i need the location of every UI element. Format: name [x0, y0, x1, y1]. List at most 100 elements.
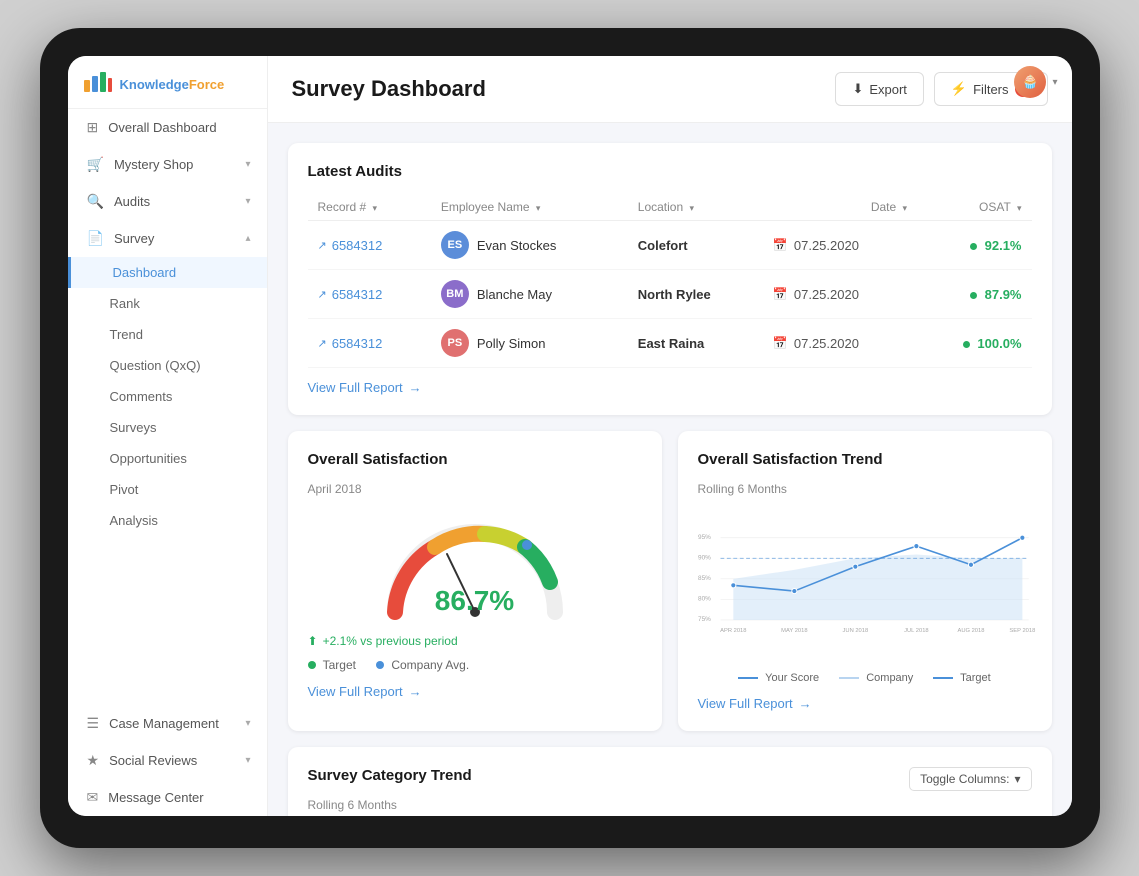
record-link[interactable]: ↗6584312 [318, 287, 421, 302]
audit-table: Record # ▾ Employee Name ▾ Location ▾ [308, 194, 1032, 368]
svg-text:AUG 2018: AUG 2018 [957, 628, 984, 634]
sidebar-item-label: Social Reviews [109, 753, 197, 768]
up-icon: ⬆ [308, 634, 318, 648]
page-title: Survey Dashboard [292, 76, 486, 102]
sidebar-item-comments[interactable]: Comments [68, 381, 267, 412]
grid-icon: ⊞ [87, 119, 99, 136]
sidebar-item-label: Case Management [109, 716, 219, 731]
user-avatar[interactable]: 🧁 ▾ [1014, 66, 1057, 98]
calendar-icon: 📅 [773, 336, 788, 350]
svg-text:90%: 90% [698, 555, 711, 562]
col-osat[interactable]: OSAT ▾ [917, 194, 1031, 221]
latest-audits-card: Latest Audits Record # ▾ Employee Name [288, 143, 1052, 415]
view-full-report-link-trend[interactable]: View Full Report → [698, 696, 1032, 711]
sidebar-item-label: Survey [114, 231, 154, 246]
export-button[interactable]: ⬇ Export [835, 72, 923, 106]
gauge-subtitle: April 2018 [308, 482, 642, 496]
view-full-report-link[interactable]: View Full Report → [308, 380, 1032, 395]
arrow-right-icon: → [799, 696, 812, 711]
svg-text:JUL 2018: JUL 2018 [904, 628, 928, 634]
table-row: ↗6584312 PS Polly Simon East Raina 📅 07.… [308, 319, 1032, 368]
date-value: 07.25.2020 [794, 336, 859, 351]
sidebar: KnowledgeForce ⊞ Overall Dashboard 🛒 Mys… [68, 56, 268, 816]
sort-icon: ▾ [373, 203, 378, 213]
chevron-up-icon: ▴ [245, 233, 250, 244]
your-score-legend: Your Score [738, 672, 819, 684]
employee-name: Evan Stockes [477, 238, 557, 253]
date-cell: 📅 07.25.2020 [763, 319, 917, 368]
logo-text: KnowledgeForce [120, 77, 225, 92]
calendar-icon: 📅 [773, 238, 788, 252]
location-cell: East Raina [628, 319, 763, 368]
toggle-columns-button[interactable]: Toggle Columns: ▾ [909, 767, 1031, 791]
sidebar-item-mystery-shop[interactable]: 🛒 Mystery Shop ▾ [68, 146, 267, 183]
trend-subtitle: Rolling 6 Months [698, 482, 1032, 496]
location-cell: North Rylee [628, 270, 763, 319]
sidebar-item-label: Overall Dashboard [108, 120, 216, 135]
col-date[interactable]: Date ▾ [763, 194, 917, 221]
sidebar-item-social-reviews[interactable]: ★ Social Reviews ▾ [68, 742, 267, 779]
sidebar-item-trend[interactable]: Trend [68, 319, 267, 350]
location-cell: Colefort [628, 221, 763, 270]
svg-text:SEP 2018: SEP 2018 [1009, 628, 1035, 634]
logo-icon [84, 72, 112, 96]
main-content: Survey Dashboard ⬇ Export ⚡ Filters 2 🧁 … [268, 56, 1072, 816]
svg-text:JUN 2018: JUN 2018 [842, 628, 868, 634]
gauge-change: ⬆ +2.1% vs previous period [308, 634, 642, 648]
sort-icon: ▾ [690, 203, 695, 213]
date-cell: 📅 07.25.2020 [763, 270, 917, 319]
chevron-down-icon: ▾ [245, 196, 250, 207]
chevron-down-icon: ▾ [245, 159, 250, 170]
avatar: PS [441, 329, 469, 357]
dashed-line-icon [933, 677, 953, 679]
category-trend-card: Survey Category Trend Rolling 6 Months T… [288, 747, 1052, 816]
sidebar-item-case-management[interactable]: ☰ Case Management ▾ [68, 705, 267, 742]
sidebar-item-opportunities[interactable]: Opportunities [68, 443, 267, 474]
sidebar-item-label: Audits [114, 194, 150, 209]
layers-icon: ☰ [87, 715, 100, 732]
svg-text:95%: 95% [698, 534, 711, 541]
record-link[interactable]: ↗6584312 [318, 238, 421, 253]
svg-text:75%: 75% [698, 616, 711, 623]
company-legend: Company Avg. [376, 658, 469, 672]
sidebar-item-surveys[interactable]: Surveys [68, 412, 267, 443]
osat-value: 100.0% [977, 336, 1021, 351]
record-link[interactable]: ↗6584312 [318, 336, 421, 351]
cart-icon: 🛒 [87, 156, 104, 173]
col-location[interactable]: Location ▾ [628, 194, 763, 221]
svg-text:MAY 2018: MAY 2018 [781, 628, 807, 634]
overall-satisfaction-card: Overall Satisfaction April 2018 [288, 431, 662, 731]
sidebar-item-audits[interactable]: 🔍 Audits ▾ [68, 183, 267, 220]
date-value: 07.25.2020 [794, 238, 859, 253]
sidebar-item-message-center[interactable]: ✉ Message Center [68, 779, 267, 816]
arrow-right-icon: → [409, 380, 422, 395]
gauge-legend: Target Company Avg. [308, 658, 642, 672]
col-employee[interactable]: Employee Name ▾ [431, 194, 628, 221]
category-trend-title: Survey Category Trend [308, 767, 472, 784]
svg-text:85%: 85% [698, 575, 711, 582]
target-legend: Target [308, 658, 356, 672]
sidebar-item-dashboard[interactable]: Dashboard [68, 257, 267, 288]
trend-chart-card: Overall Satisfaction Trend Rolling 6 Mon… [678, 431, 1052, 731]
target-dot [308, 661, 316, 669]
sidebar-item-pivot[interactable]: Pivot [68, 474, 267, 505]
company-dot [376, 661, 384, 669]
sidebar-item-rank[interactable]: Rank [68, 288, 267, 319]
view-full-report-link-osat[interactable]: View Full Report → [308, 684, 642, 699]
sidebar-item-analysis[interactable]: Analysis [68, 505, 267, 536]
document-icon: 📄 [87, 230, 104, 247]
link-icon: ↗ [318, 288, 327, 301]
avatar: BM [441, 280, 469, 308]
star-icon: ★ [87, 752, 100, 769]
mail-icon: ✉ [87, 789, 99, 806]
sidebar-item-survey[interactable]: 📄 Survey ▴ [68, 220, 267, 257]
company-legend: Company [839, 672, 913, 684]
col-record[interactable]: Record # ▾ [308, 194, 431, 221]
chevron-down-icon: ▾ [245, 755, 250, 766]
employee-cell: ES Evan Stockes [441, 231, 618, 259]
arrow-right-icon: → [409, 684, 422, 699]
chevron-down-icon: ▾ [245, 718, 250, 729]
gauge-value: 86.7% [435, 585, 514, 617]
sidebar-item-overall-dashboard[interactable]: ⊞ Overall Dashboard [68, 109, 267, 146]
sidebar-item-question[interactable]: Question (QxQ) [68, 350, 267, 381]
